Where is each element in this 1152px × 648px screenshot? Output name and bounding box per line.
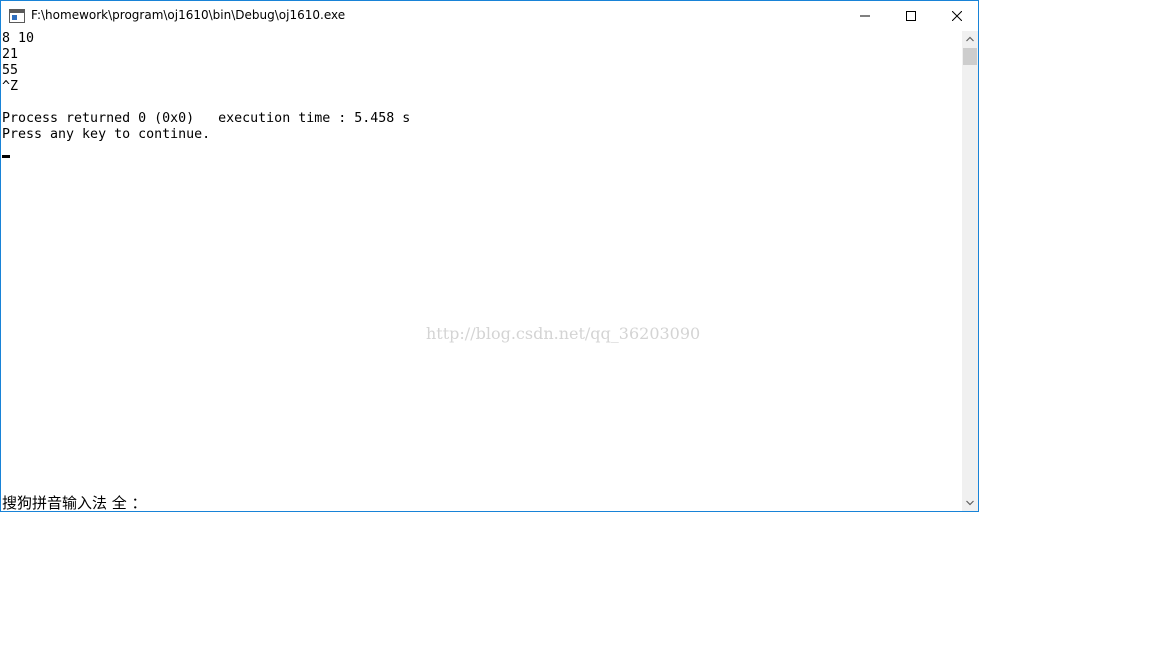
scrollbar-thumb[interactable] (963, 48, 977, 65)
window-title: F:\homework\program\oj1610\bin\Debug\oj1… (31, 8, 346, 22)
chevron-down-icon (966, 500, 974, 506)
minimize-button[interactable] (842, 1, 888, 31)
close-button[interactable] (934, 1, 980, 31)
vertical-scrollbar[interactable] (962, 31, 978, 511)
ime-status-bar: 搜狗拼音输入法 全 ： (2, 494, 147, 511)
chevron-up-icon (966, 36, 974, 42)
console-output[interactable]: 8 10 21 55 ^Z Process returned 0 (0x0) e… (1, 31, 961, 511)
scroll-up-button[interactable] (962, 31, 978, 47)
console-line: Press any key to continue. (2, 127, 211, 142)
minimize-icon (860, 15, 870, 17)
console-app-icon[interactable] (9, 9, 25, 23)
console-window: F:\homework\program\oj1610\bin\Debug\oj1… (0, 0, 979, 512)
scroll-down-button[interactable] (962, 495, 978, 511)
close-icon (952, 11, 962, 21)
text-cursor (2, 155, 10, 158)
console-line: 55 (2, 63, 19, 78)
console-line: ^Z (2, 79, 19, 94)
maximize-button[interactable] (888, 1, 934, 31)
console-line: 21 (2, 47, 19, 62)
console-line: 8 10 (2, 31, 35, 46)
title-bar[interactable]: F:\homework\program\oj1610\bin\Debug\oj1… (1, 1, 978, 31)
watermark-text: http://blog.csdn.net/qq_36203090 (426, 324, 701, 343)
console-line: Process returned 0 (0x0) execution time … (2, 111, 411, 126)
maximize-icon (906, 11, 916, 21)
